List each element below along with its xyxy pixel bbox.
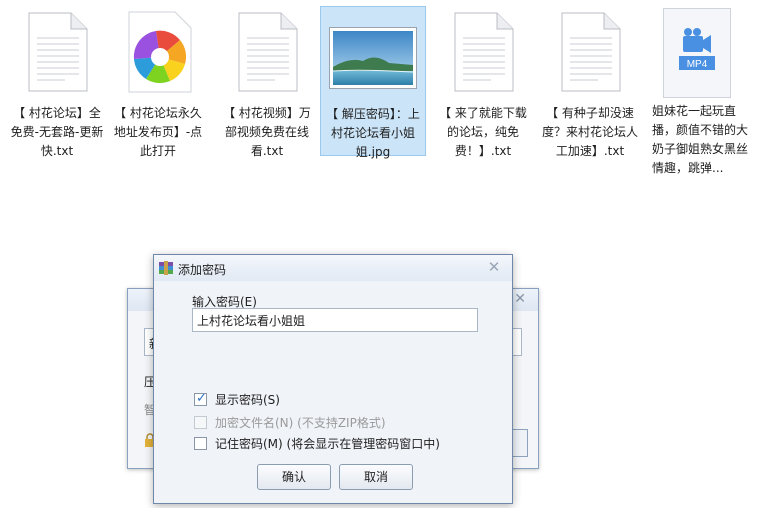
file-name: 姐妹花一起玩直播，颜值不错的大奶子御姐熟女黑丝情趣，跳弹...: [652, 104, 749, 175]
checkbox-label: 加密文件名(N) (不支持ZIP格式): [215, 416, 386, 430]
encrypt-filenames-checkbox: 加密文件名(N) (不支持ZIP格式): [194, 414, 386, 431]
checkbox-box: [194, 416, 207, 429]
file-item[interactable]: 【 村花论坛永久地址发布页】-点此打开: [105, 6, 211, 158]
show-password-checkbox[interactable]: ✓ 显示密码(S): [194, 391, 280, 408]
remember-password-checkbox[interactable]: 记住密码(M) (将会显示在管理密码窗口中): [194, 435, 440, 452]
checkbox-label: 显示密码(S): [215, 393, 280, 407]
file-name: 【 村花论坛】全免费-无套路-更新快.txt: [10, 106, 104, 158]
file-name: 【 来了就能下载的论坛，纯免费！】.txt: [439, 106, 527, 158]
checkbox-box[interactable]: [194, 437, 207, 450]
video-camera-icon: MP4: [663, 8, 731, 98]
text-document-icon: [238, 12, 298, 92]
text-document-icon: [561, 12, 621, 92]
file-name: 【 村花论坛永久地址发布页】-点此打开: [113, 106, 203, 158]
check-mark-icon: ✓: [196, 391, 207, 406]
text-document-icon: [454, 12, 514, 92]
browser-pinwheel-icon: [128, 11, 192, 93]
file-item[interactable]: 【 村花论坛】全免费-无套路-更新快.txt: [4, 6, 110, 158]
ok-button[interactable]: 确认: [257, 464, 331, 490]
file-item-selected[interactable]: 【 解压密码】：上村花论坛看小姐姐.jpg: [320, 6, 426, 159]
file-name: 【 村花视频】万部视频免费在线看.txt: [223, 106, 311, 158]
cancel-button[interactable]: 取消: [339, 464, 413, 490]
file-item[interactable]: 【 有种子却没速度？来村花论坛人工加速】.txt: [537, 6, 643, 158]
dialog-title: 添加密码: [178, 263, 227, 277]
close-icon[interactable]: ✕: [486, 259, 502, 275]
checkbox-label: 记住密码(M) (将会显示在管理密码窗口中): [215, 437, 440, 451]
file-item[interactable]: 【 村花视频】万部视频免费在线看.txt: [214, 6, 320, 158]
dialog-titlebar: 添加密码 ✕: [154, 255, 512, 281]
text-document-icon: [28, 12, 88, 92]
file-name: 【 解压密码】：上村花论坛看小姐姐.jpg: [326, 107, 420, 159]
mp4-badge: MP4: [687, 59, 708, 70]
password-input[interactable]: [192, 308, 478, 332]
winrar-archive-icon: [159, 261, 173, 275]
landscape-image-thumbnail: [329, 27, 417, 89]
background-close-icon[interactable]: ✕: [514, 291, 526, 307]
file-item[interactable]: MP4 姐妹花一起玩直播，颜值不错的大奶子御姐熟女黑丝情趣，跳弹...: [644, 6, 750, 175]
file-item[interactable]: 【 来了就能下载的论坛，纯免费！】.txt: [430, 6, 536, 158]
file-name: 【 有种子却没速度？来村花论坛人工加速】.txt: [541, 106, 638, 158]
add-password-dialog: 添加密码 ✕ 输入密码(E) ✓ 显示密码(S) 加密文件名(N) (不支持ZI…: [153, 254, 513, 504]
checkbox-box[interactable]: ✓: [194, 391, 207, 406]
